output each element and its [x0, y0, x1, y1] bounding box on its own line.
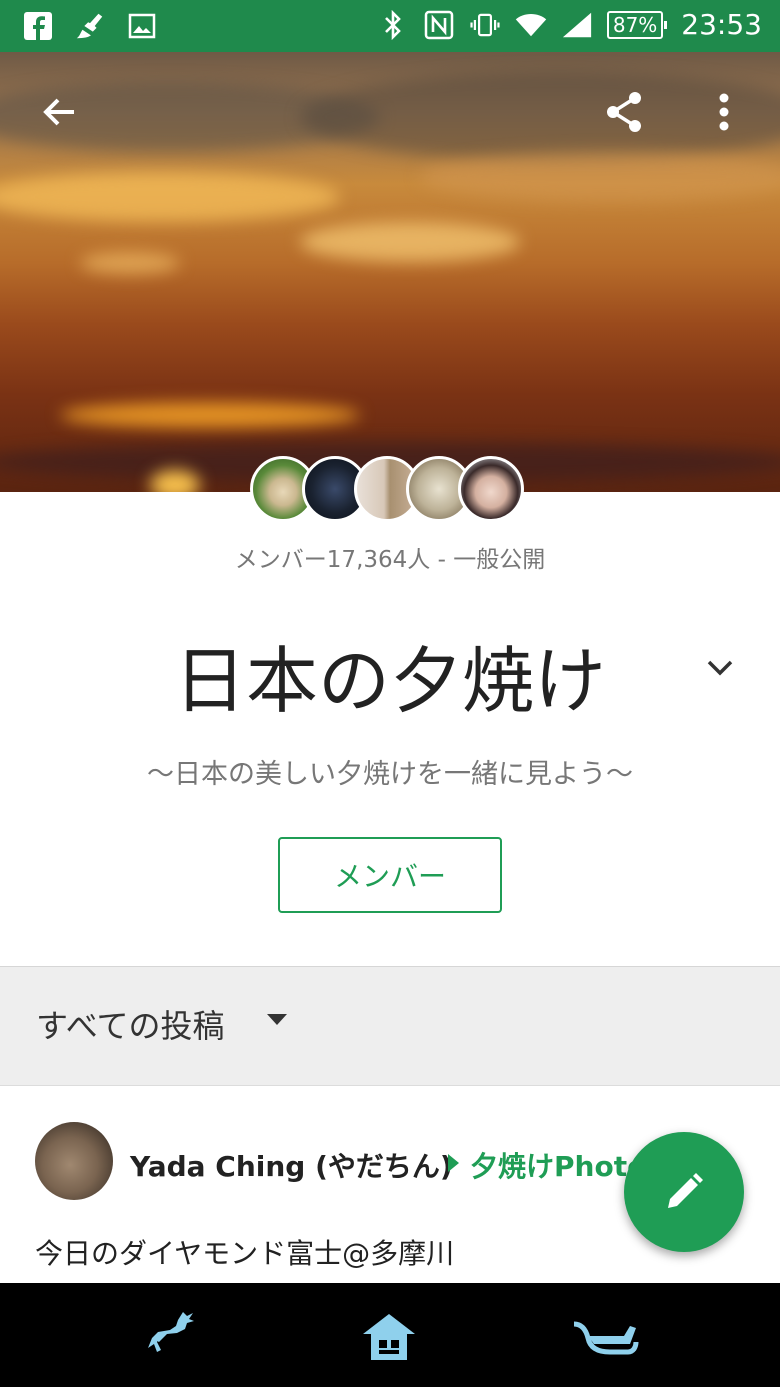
broom-icon	[74, 10, 106, 42]
avatar	[458, 456, 524, 522]
vibrate-icon	[469, 9, 501, 41]
nav-recents-button[interactable]	[570, 1301, 640, 1371]
more-options-button[interactable]	[696, 84, 752, 140]
facebook-icon	[22, 10, 54, 42]
group-title: 日本の夕焼け	[173, 639, 606, 723]
group-subtitle: ～日本の美しい夕焼けを一緒に見よう～	[147, 759, 633, 790]
group-meta: メンバー17,364人 - 一般公開	[234, 547, 546, 573]
signal-icon	[561, 9, 593, 41]
more-vert-icon	[719, 93, 729, 131]
post-group-link[interactable]: 夕焼けPhoto	[470, 1145, 650, 1185]
house-icon	[363, 1314, 415, 1360]
share-button[interactable]	[596, 84, 652, 140]
share-icon	[607, 92, 641, 132]
status-bar: 87% 23:53	[0, 0, 780, 52]
post-filter-label: すべての投稿	[36, 1007, 225, 1045]
nav-back-button[interactable]	[138, 1301, 208, 1371]
pencil-icon	[668, 1173, 703, 1208]
caret-down-icon[interactable]	[266, 1012, 288, 1026]
arrow-back-icon	[43, 98, 74, 126]
nav-home-button[interactable]	[354, 1301, 424, 1371]
battery-icon: 87%	[606, 10, 668, 39]
member-button[interactable]: メンバー	[278, 837, 502, 913]
deer-icon	[148, 1312, 194, 1352]
post-filter-bar[interactable]: すべての投稿	[0, 966, 780, 1086]
bluetooth-icon	[377, 9, 409, 41]
avatar[interactable]	[35, 1122, 113, 1200]
post-text: 今日のダイヤモンド富士@多摩川	[35, 1237, 455, 1270]
back-button[interactable]	[32, 84, 88, 140]
chevron-down-icon	[707, 660, 733, 676]
triangle-right-icon	[448, 1154, 459, 1172]
clock: 23:53	[681, 8, 762, 41]
image-icon	[126, 10, 158, 42]
compose-button[interactable]	[624, 1132, 744, 1252]
expand-button[interactable]	[700, 648, 740, 688]
navigation-bar	[0, 1283, 780, 1387]
post-author[interactable]: Yada Ching (やだちん)	[130, 1145, 453, 1185]
member-avatars[interactable]	[250, 456, 540, 526]
wifi-icon	[515, 9, 547, 41]
sleigh-icon	[573, 1321, 639, 1355]
cover-photo	[0, 52, 780, 492]
nfc-icon	[423, 9, 455, 41]
